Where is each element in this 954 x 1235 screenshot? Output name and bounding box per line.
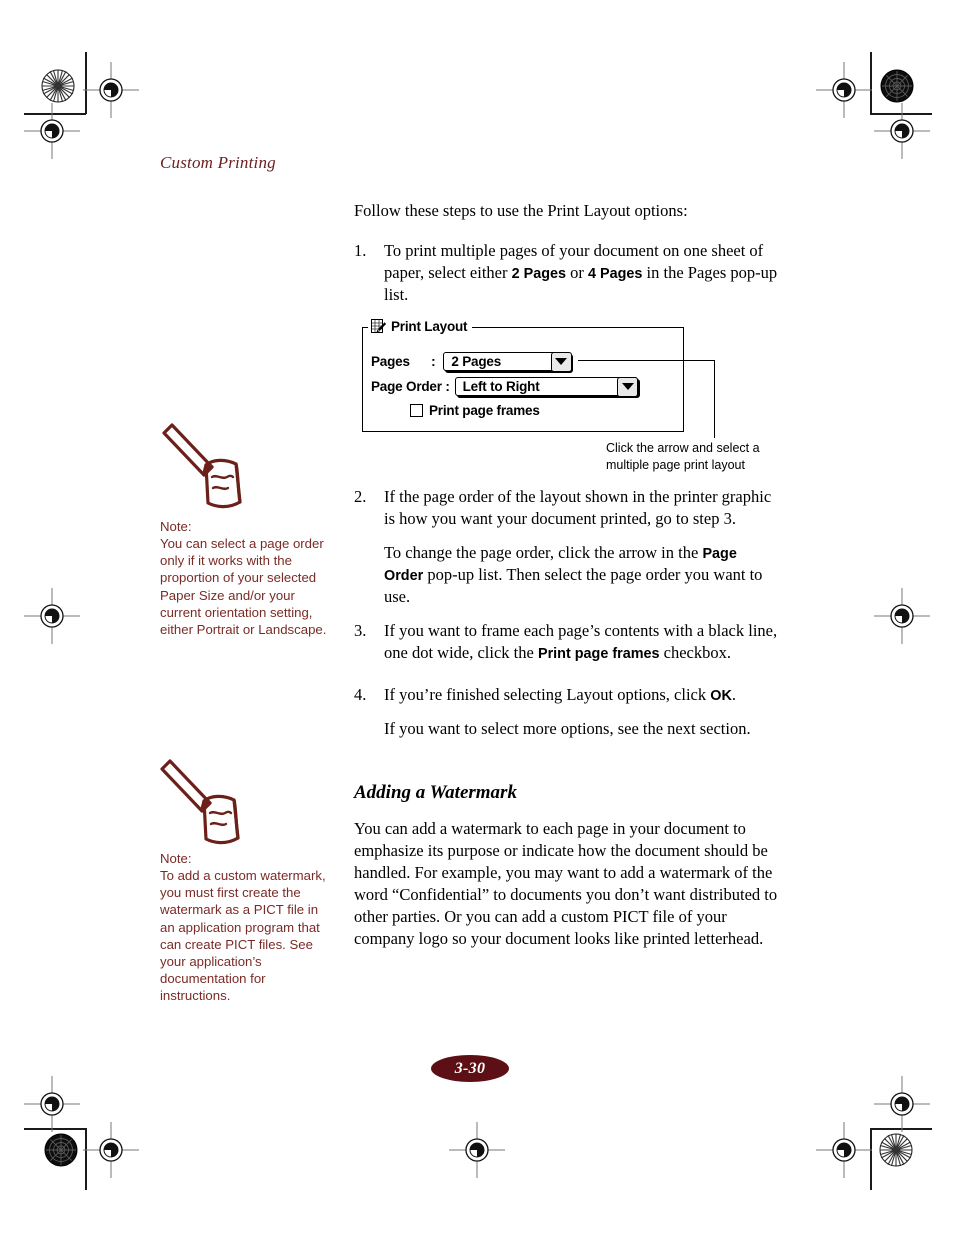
pages-popup-menu[interactable]: 2 Pages <box>443 351 572 372</box>
page-number-badge: 3-30 <box>431 1055 509 1082</box>
ui-term-4-pages: 4 Pages <box>588 265 643 282</box>
step-4-text-a: If you’re finished selecting Layout opti… <box>384 685 736 705</box>
callout-caption: Click the arrow and select a multiple pa… <box>606 441 760 472</box>
print-layout-icon <box>371 318 386 333</box>
dialog-row-page-order: Page Order : Left to Right <box>371 376 639 397</box>
page-order-popup-value: Left to Right <box>462 379 540 394</box>
ui-term-ok: OK <box>710 688 732 705</box>
step-number-3: 3. <box>354 621 367 641</box>
section-paragraph: You can add a watermark to each page in … <box>354 819 778 949</box>
page-order-popup-menu[interactable]: Left to Right <box>454 376 639 397</box>
dialog-row-pages: Pages : 2 Pages <box>371 351 572 372</box>
intro-paragraph: Follow these steps to use the Print Layo… <box>354 201 688 220</box>
step-item-3: 3. If you want to frame each page’s cont… <box>354 620 778 664</box>
print-page-frames-checkbox[interactable] <box>410 404 423 417</box>
print-page-frames-label: Print page frames <box>429 403 540 418</box>
step-number-4: 4. <box>354 685 367 705</box>
page-order-popup-arrow-button[interactable] <box>617 376 639 397</box>
callout-line-vertical <box>714 360 716 438</box>
print-page-frames-checkbox-row[interactable]: Print page frames <box>410 403 540 418</box>
step-item-2: 2. If the page order of the layout shown… <box>354 486 778 608</box>
note-pencil-icon <box>162 423 242 509</box>
print-layout-dialog-figure: Print Layout Pages : 2 Pages Page Order … <box>362 317 684 432</box>
page-order-label: Page Order : <box>371 379 450 394</box>
step-number-2: 2. <box>354 486 367 506</box>
callout-line-horizontal <box>578 360 715 362</box>
groupbox-title: Print Layout <box>368 317 473 335</box>
pages-popup-arrow-button[interactable] <box>550 351 572 372</box>
ui-term-page-order: Page Order <box>384 545 737 584</box>
note-2-text: To add a custom watermark, you must firs… <box>160 868 326 1004</box>
page-content: Custom Printing Follow these steps to us… <box>0 0 954 1235</box>
step-2-text-b: To change the page order, click the arro… <box>384 542 763 607</box>
step-item-1: 1. To print multiple pages of your docum… <box>354 240 778 306</box>
section-heading-adding-a-watermark: Adding a Watermark <box>354 782 517 804</box>
step-4-text-b: If you want to select more options, see … <box>384 719 751 739</box>
step-2-text-a: If the page order of the layout shown in… <box>384 486 772 528</box>
step-3-text: If you want to frame each page’s content… <box>384 621 778 663</box>
chevron-down-icon <box>621 383 634 390</box>
margin-note-2: Note: To add a custom watermark, you mus… <box>160 850 332 1004</box>
note-1-label: Note: <box>160 519 192 534</box>
groupbox-title-label: Print Layout <box>391 318 468 334</box>
running-head: Custom Printing <box>160 153 276 172</box>
chevron-down-icon <box>555 358 568 365</box>
step-item-4: 4. If you’re finished selecting Layout o… <box>354 684 778 740</box>
note-1-text: You can select a page order only if it w… <box>160 536 327 637</box>
step-number-1: 1. <box>354 240 367 260</box>
note-2-label: Note: <box>160 851 192 866</box>
pages-popup-value: 2 Pages <box>451 354 502 369</box>
ui-term-print-page-frames: Print page frames <box>537 646 660 663</box>
main-text-column: Follow these steps to use the Print Layo… <box>354 200 778 950</box>
margin-note-1: Note: You can select a page order only i… <box>160 518 332 638</box>
pages-label: Pages : <box>371 354 436 369</box>
ui-term-2-pages: 2 Pages <box>511 265 567 282</box>
page-number: 3-30 <box>454 1059 486 1077</box>
note-pencil-icon <box>160 759 240 845</box>
step-1-text: To print multiple pages of your document… <box>384 240 778 305</box>
